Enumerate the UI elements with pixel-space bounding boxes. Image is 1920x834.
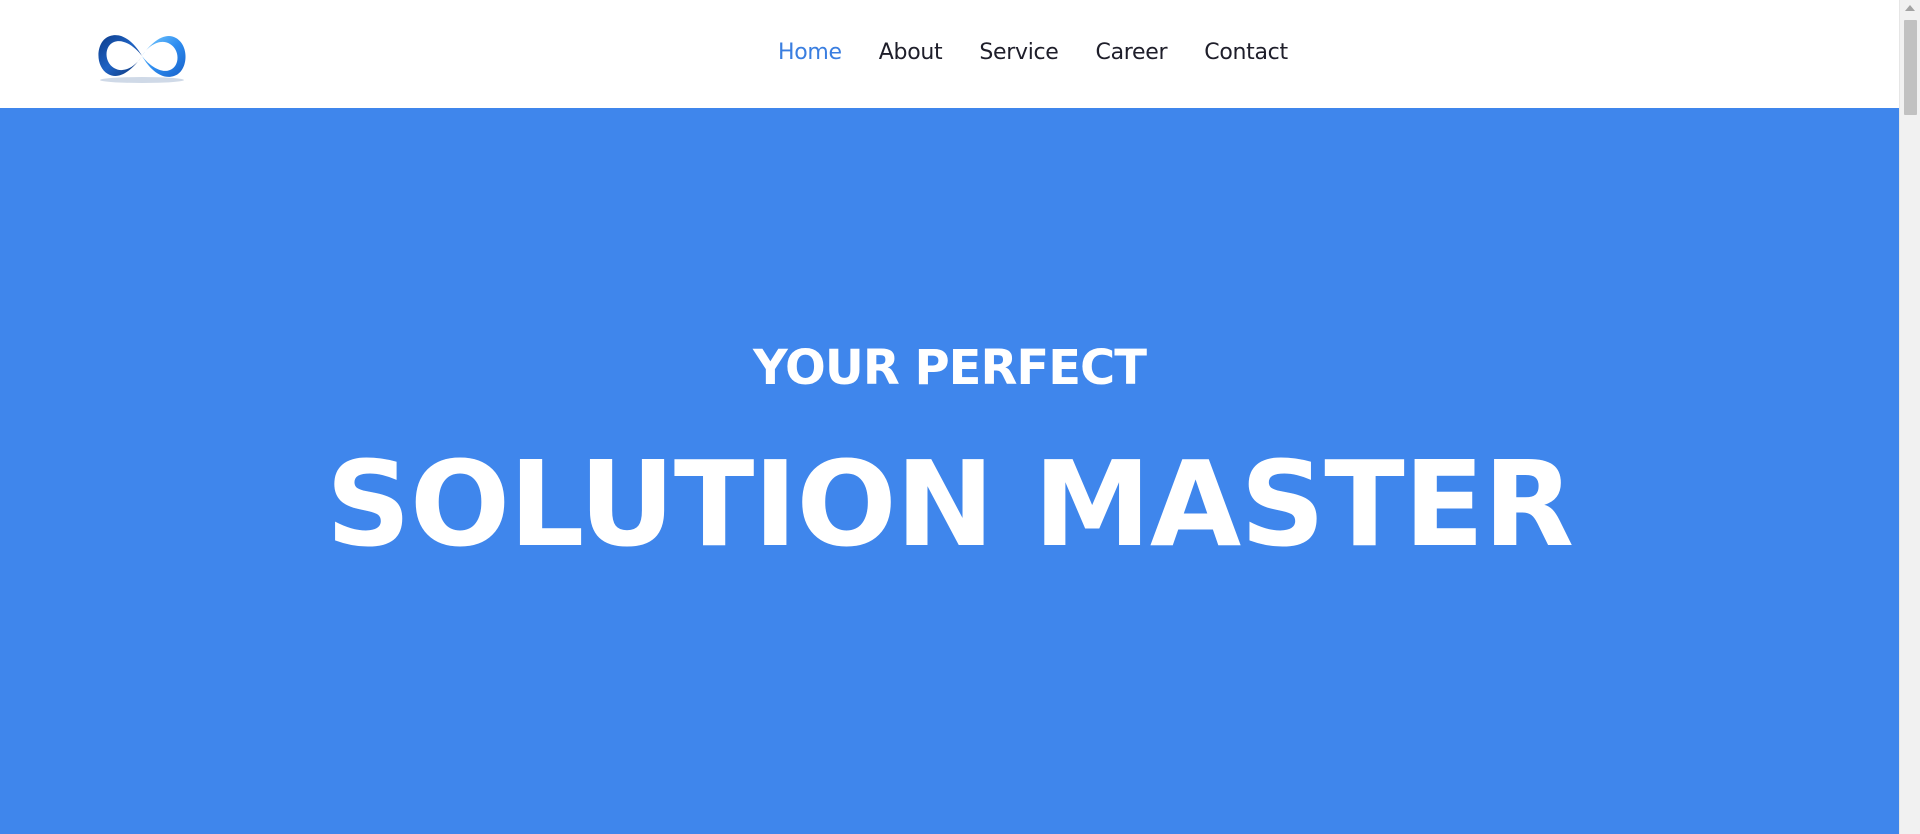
hero-section: YOUR PERFECT SOLUTION MASTER xyxy=(0,108,1899,834)
nav-home-link[interactable]: Home xyxy=(778,38,842,68)
nav-service-link[interactable]: Service xyxy=(979,38,1059,68)
nav-about-link[interactable]: About xyxy=(879,38,943,68)
site-header: Home About Service Career Contact xyxy=(0,0,1899,108)
page: Home About Service Career Contact YOUR P… xyxy=(0,0,1920,834)
nav-career-link[interactable]: Career xyxy=(1096,38,1168,68)
browser-viewport: Home About Service Career Contact YOUR P… xyxy=(0,0,1899,834)
hero-title: SOLUTION MASTER xyxy=(325,435,1574,573)
scrollbar-thumb[interactable] xyxy=(1904,20,1917,115)
hero-subtitle: YOUR PERFECT xyxy=(753,340,1147,396)
infinity-logo-icon xyxy=(98,35,186,83)
scroll-up-arrow-icon[interactable] xyxy=(1905,5,1915,11)
main-nav: Home About Service Career Contact xyxy=(778,38,1325,68)
vertical-scrollbar[interactable] xyxy=(1899,0,1920,834)
nav-contact-link[interactable]: Contact xyxy=(1204,38,1288,68)
site-logo[interactable] xyxy=(92,26,192,86)
